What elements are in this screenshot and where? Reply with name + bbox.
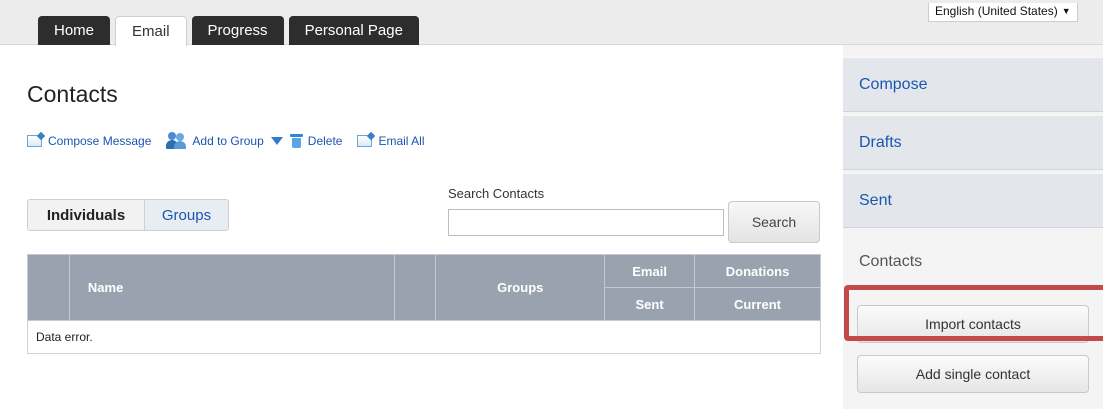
page-title: Contacts <box>27 81 118 107</box>
search-contacts-label: Search Contacts <box>448 186 545 201</box>
delete-label: Delete <box>307 133 343 148</box>
email-sidebar: Compose Drafts Sent Contacts Import cont… <box>843 45 1103 409</box>
add-to-group-link[interactable]: Add to Group <box>166 132 264 149</box>
individuals-tab[interactable]: Individuals <box>28 200 145 230</box>
compose-message-label: Compose Message <box>48 133 152 148</box>
compose-icon <box>27 134 42 147</box>
search-input[interactable] <box>448 209 724 236</box>
compose-message-link[interactable]: Compose Message <box>27 134 151 148</box>
blank-column-header <box>394 254 437 321</box>
select-column-header[interactable] <box>27 254 70 321</box>
group-icon <box>166 132 187 149</box>
sidebar-contacts-heading: Contacts <box>859 253 923 270</box>
email-icon <box>357 134 373 147</box>
language-selector[interactable]: English (United States) ▼ <box>928 3 1078 22</box>
dropdown-arrow-icon[interactable] <box>270 136 283 145</box>
groups-tab[interactable]: Groups <box>145 200 228 230</box>
top-navigation-bar: Home Email Progress Personal Page Englis… <box>0 0 1103 46</box>
tab-personal-page[interactable]: Personal Page <box>288 16 419 45</box>
tab-home[interactable]: Home <box>38 16 111 45</box>
add-to-group-label: Add to Group <box>192 133 264 148</box>
email-all-label: Email All <box>378 133 425 148</box>
delete-link[interactable]: Delete <box>289 133 343 148</box>
contact-actions-toolbar: Compose Message Add to Group Delete Emai… <box>27 132 439 149</box>
search-button[interactable]: Search <box>728 201 820 243</box>
sidebar-item-drafts[interactable]: Drafts <box>843 115 1103 170</box>
name-column-header[interactable]: Name <box>68 254 396 321</box>
main-tabs: Home Email Progress Personal Page <box>38 16 419 46</box>
sent-column-header[interactable]: Sent <box>604 287 696 321</box>
sidebar-item-compose[interactable]: Compose <box>843 57 1103 112</box>
chevron-down-icon: ▼ <box>1061 6 1071 16</box>
sidebar-item-sent[interactable]: Sent <box>843 173 1103 228</box>
data-error-message: Data error. <box>27 320 821 354</box>
email-all-link[interactable]: Email All <box>357 134 424 148</box>
tab-email[interactable]: Email <box>115 16 187 46</box>
current-column-header[interactable]: Current <box>694 287 821 321</box>
groups-column-header[interactable]: Groups <box>435 254 606 321</box>
tab-progress[interactable]: Progress <box>191 16 284 45</box>
add-single-contact-button[interactable]: Add single contact <box>857 355 1089 393</box>
language-label: English (United States) <box>935 4 1058 18</box>
trash-icon <box>289 133 303 148</box>
import-contacts-button[interactable]: Import contacts <box>857 305 1089 343</box>
contact-type-toggle: Individuals Groups <box>27 199 229 231</box>
email-column-header: Email <box>604 254 696 288</box>
contacts-table: Name Groups Email Donations Sent Current… <box>27 254 821 354</box>
donations-column-header: Donations <box>694 254 821 288</box>
